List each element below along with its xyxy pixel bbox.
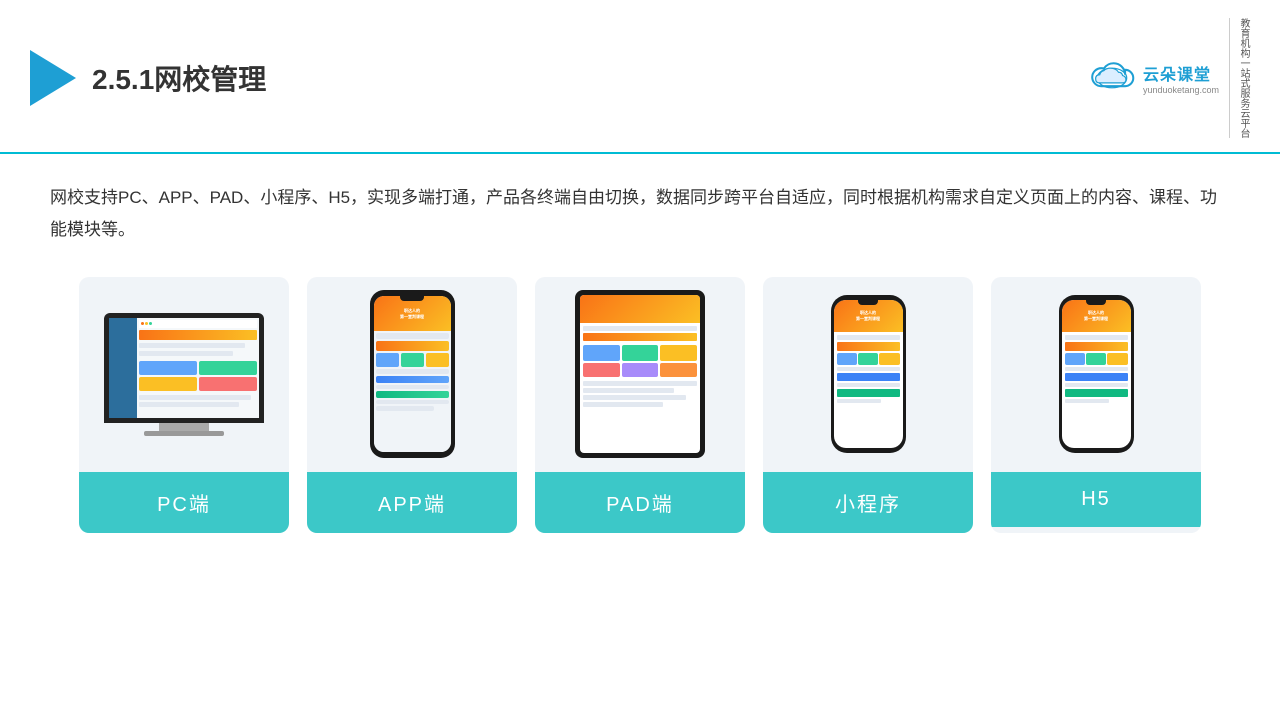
card-pad-image bbox=[535, 277, 745, 472]
logo-triangle-icon bbox=[30, 50, 76, 106]
h5-phone-icon: 职达人的第一堂判课程 bbox=[1059, 295, 1134, 453]
brand-url: yunduoketang.com bbox=[1143, 85, 1219, 95]
brand-name: 云朵课堂 bbox=[1143, 61, 1211, 85]
card-h5-image: 职达人的第一堂判课程 bbox=[991, 277, 1201, 472]
card-app: 职达人的第一堂判课程 bbox=[307, 277, 517, 533]
card-app-image: 职达人的第一堂判课程 bbox=[307, 277, 517, 472]
card-miniprogram: 职达人的第一堂判课程 bbox=[763, 277, 973, 533]
cloud-icon bbox=[1087, 60, 1137, 96]
brand-text-block: 云朵课堂 yunduoketang.com bbox=[1143, 61, 1219, 95]
card-pad-label: PAD端 bbox=[535, 472, 745, 533]
card-miniprogram-label: 小程序 bbox=[763, 472, 973, 533]
description-text: 网校支持PC、APP、PAD、小程序、H5，实现多端打通，产品各终端自由切换，数… bbox=[50, 182, 1230, 247]
cards-container: PC端 职达人的第一堂判课程 bbox=[50, 277, 1230, 533]
header: 2.5.1网校管理 云朵课堂 yunduoketang.com 教育机构一站式服… bbox=[0, 0, 1280, 154]
brand-logo: 云朵课堂 yunduoketang.com 教育机构一站式服务云平台 bbox=[1087, 18, 1250, 138]
card-pc-label: PC端 bbox=[79, 472, 289, 533]
card-pc: PC端 bbox=[79, 277, 289, 533]
card-app-label: APP端 bbox=[307, 472, 517, 533]
header-right: 云朵课堂 yunduoketang.com 教育机构一站式服务云平台 bbox=[1087, 18, 1250, 138]
card-pad: PAD端 bbox=[535, 277, 745, 533]
miniprogram-phone-icon: 职达人的第一堂判课程 bbox=[831, 295, 906, 453]
page-title: 2.5.1网校管理 bbox=[92, 58, 266, 98]
card-h5-label: H5 bbox=[991, 472, 1201, 527]
card-pc-image bbox=[79, 277, 289, 472]
pc-monitor-icon bbox=[104, 313, 264, 436]
brand-slogan: 教育机构一站式服务云平台 bbox=[1229, 18, 1250, 138]
pad-tablet-icon bbox=[575, 290, 705, 458]
main-content: 网校支持PC、APP、PAD、小程序、H5，实现多端打通，产品各终端自由切换，数… bbox=[0, 154, 1280, 533]
app-phone-icon: 职达人的第一堂判课程 bbox=[370, 290, 455, 458]
card-h5: 职达人的第一堂判课程 bbox=[991, 277, 1201, 533]
header-left: 2.5.1网校管理 bbox=[30, 50, 266, 106]
card-miniprogram-image: 职达人的第一堂判课程 bbox=[763, 277, 973, 472]
